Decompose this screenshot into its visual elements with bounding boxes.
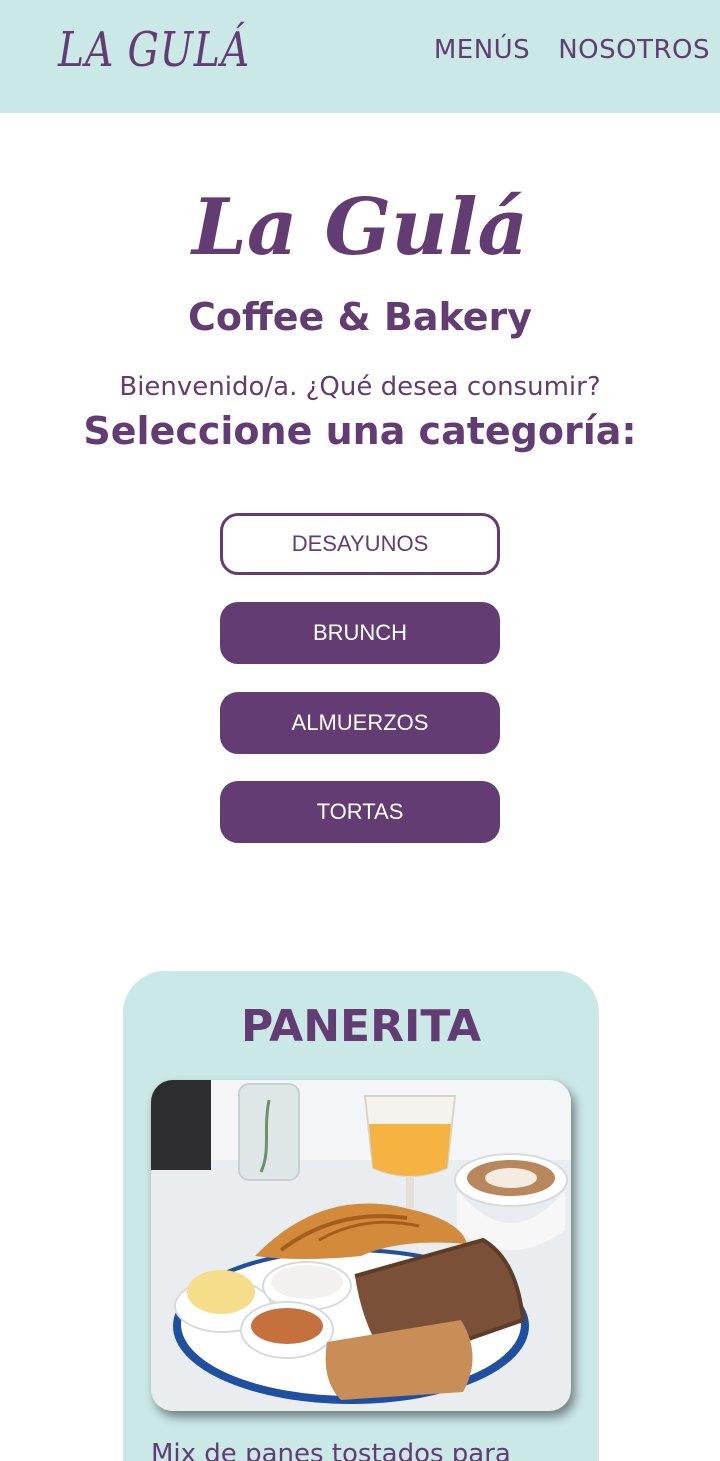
product-photo — [151, 1080, 571, 1411]
category-button-tortas[interactable]: TORTAS — [220, 781, 500, 843]
category-button-brunch[interactable]: BRUNCH — [220, 602, 500, 664]
select-category-heading: Seleccione una categoría: — [83, 409, 637, 453]
hero-title: La Gulá — [191, 182, 529, 273]
nav-link-menus[interactable]: MENÚS — [434, 33, 530, 67]
nav-links: MENÚS NOSOTROS — [434, 33, 710, 67]
product-title: PANERITA — [240, 1001, 482, 1052]
category-button-almuerzos[interactable]: ALMUERZOS — [220, 692, 500, 754]
product-description: Mix de panes tostados para — [151, 1439, 511, 1461]
category-button-desayunos[interactable]: DESAYUNOS — [220, 513, 500, 575]
hero-subtitle: Coffee & Bakery — [187, 295, 533, 339]
top-navbar: LA GULÁ MENÚS NOSOTROS — [0, 0, 720, 113]
nav-link-nosotros[interactable]: NOSOTROS — [558, 33, 710, 67]
welcome-text: Bienvenido/a. ¿Qué desea consumir? — [119, 372, 601, 402]
nav-logo[interactable]: LA GULÁ — [58, 22, 250, 78]
product-card[interactable]: PANERITA Mix de panes tostados para — [123, 971, 599, 1461]
